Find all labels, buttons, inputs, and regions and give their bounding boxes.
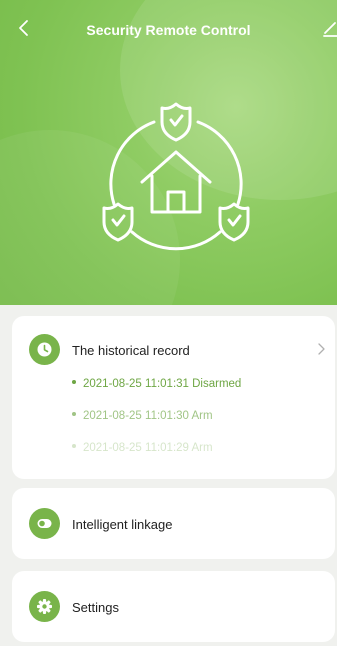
history-label: The historical record — [72, 343, 190, 358]
bullet-icon — [72, 443, 76, 448]
clock-icon — [37, 342, 52, 357]
bullet-icon — [72, 411, 76, 416]
history-record: 2021-08-25 11:01:29 Arm — [72, 442, 213, 454]
pencil-icon[interactable] — [322, 20, 337, 38]
history-record-text: 2021-08-25 11:01:30 Arm — [83, 410, 213, 422]
chevron-right-icon[interactable] — [316, 341, 326, 357]
top-bar: Security Remote Control — [0, 0, 337, 60]
gear-icon — [37, 599, 52, 614]
history-record-text: 2021-08-25 11:01:29 Arm — [83, 442, 213, 454]
linkage-icon-badge — [29, 508, 60, 539]
security-house-illustration — [102, 102, 250, 251]
intelligent-linkage-card[interactable]: Intelligent linkage — [12, 488, 335, 559]
bullet-icon — [72, 379, 76, 384]
history-record: 2021-08-25 11:01:31 Disarmed — [72, 378, 241, 390]
linkage-label: Intelligent linkage — [72, 517, 173, 532]
settings-label: Settings — [72, 600, 119, 615]
history-record: 2021-08-25 11:01:30 Arm — [72, 410, 213, 422]
toggle-icon — [37, 519, 52, 528]
settings-card[interactable]: Settings — [12, 571, 335, 642]
history-record-text: 2021-08-25 11:01:31 Disarmed — [83, 378, 242, 390]
hero-banner: Security Remote Control — [0, 0, 337, 305]
history-icon-badge — [29, 334, 60, 365]
history-card[interactable]: The historical record 2021-08-25 11:01:3… — [12, 316, 335, 479]
page-title: Security Remote Control — [86, 22, 251, 38]
settings-icon-badge — [29, 591, 60, 622]
